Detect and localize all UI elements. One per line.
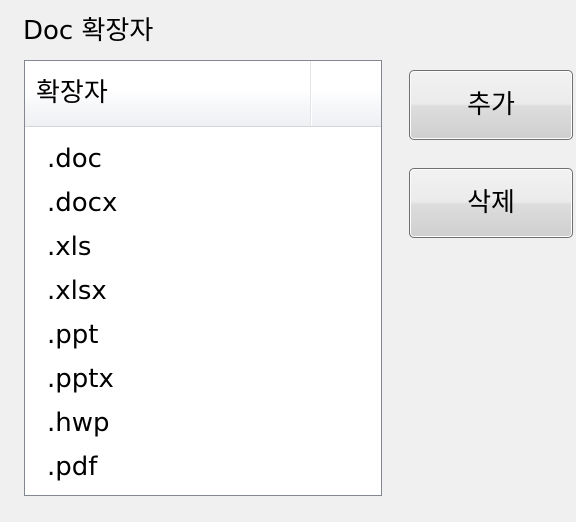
extension-listview[interactable]: 확장자 .doc .docx .xls .xlsx .ppt .pptx .hw… <box>24 60 382 496</box>
list-item[interactable]: .doc <box>25 137 381 181</box>
group-title: Doc 확장자 <box>23 16 154 46</box>
column-header-extension[interactable]: 확장자 <box>25 61 311 126</box>
column-header-filler <box>311 61 381 126</box>
list-item[interactable]: .pptx <box>25 357 381 401</box>
list-item[interactable]: .pdf <box>25 445 381 489</box>
list-header: 확장자 <box>25 61 381 127</box>
list-item[interactable]: .hwp <box>25 401 381 445</box>
list-item[interactable]: .xlsx <box>25 269 381 313</box>
add-button[interactable]: 추가 <box>409 70 573 140</box>
list-item[interactable]: .xls <box>25 225 381 269</box>
delete-button[interactable]: 삭제 <box>409 168 573 238</box>
list-body: .doc .docx .xls .xlsx .ppt .pptx .hwp .p… <box>25 127 381 495</box>
doc-extension-panel: Doc 확장자 확장자 .doc .docx .xls .xlsx .ppt .… <box>0 0 576 522</box>
list-item[interactable]: .docx <box>25 181 381 225</box>
list-item[interactable]: .ppt <box>25 313 381 357</box>
